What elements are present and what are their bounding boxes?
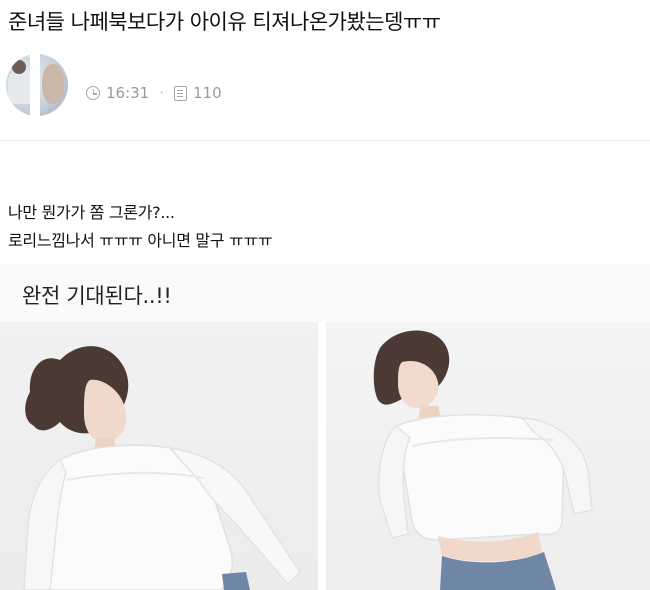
post-body-line-1: 나만 뭔가가 쫌 그론가?... xyxy=(8,203,175,222)
post-time: 16:31 xyxy=(106,84,150,102)
photo-set xyxy=(0,322,650,590)
quote-caption-text: 완전 기대된다..!! xyxy=(22,284,172,308)
meta-separator: · xyxy=(159,84,165,102)
clock-icon xyxy=(86,86,100,100)
post-meta-row: 16:31 · 110 xyxy=(0,52,650,116)
post-meta: 16:31 · 110 xyxy=(86,84,222,102)
teaser-photo-right[interactable] xyxy=(326,322,650,590)
post-body: 나만 뭔가가 쫌 그론가?... 로리느낌나서 ㅠㅠㅠ 아니면 말구 ㅠㅠㅠ xyxy=(8,199,273,255)
document-icon xyxy=(174,85,188,101)
header-divider xyxy=(0,140,650,141)
view-count: 110 xyxy=(193,84,222,102)
post-title: 준녀들 나페북보다가 아이유 티져나온가봤는뎅ㅠㅠ xyxy=(8,10,441,34)
author-avatar[interactable] xyxy=(6,54,68,116)
teaser-photo-left[interactable] xyxy=(0,322,318,590)
quote-caption: 완전 기대된다..!! xyxy=(0,264,650,322)
photo-gap xyxy=(318,322,326,590)
post-body-line-2: 로리느낌나서 ㅠㅠㅠ 아니면 말구 ㅠㅠㅠ xyxy=(8,231,273,250)
